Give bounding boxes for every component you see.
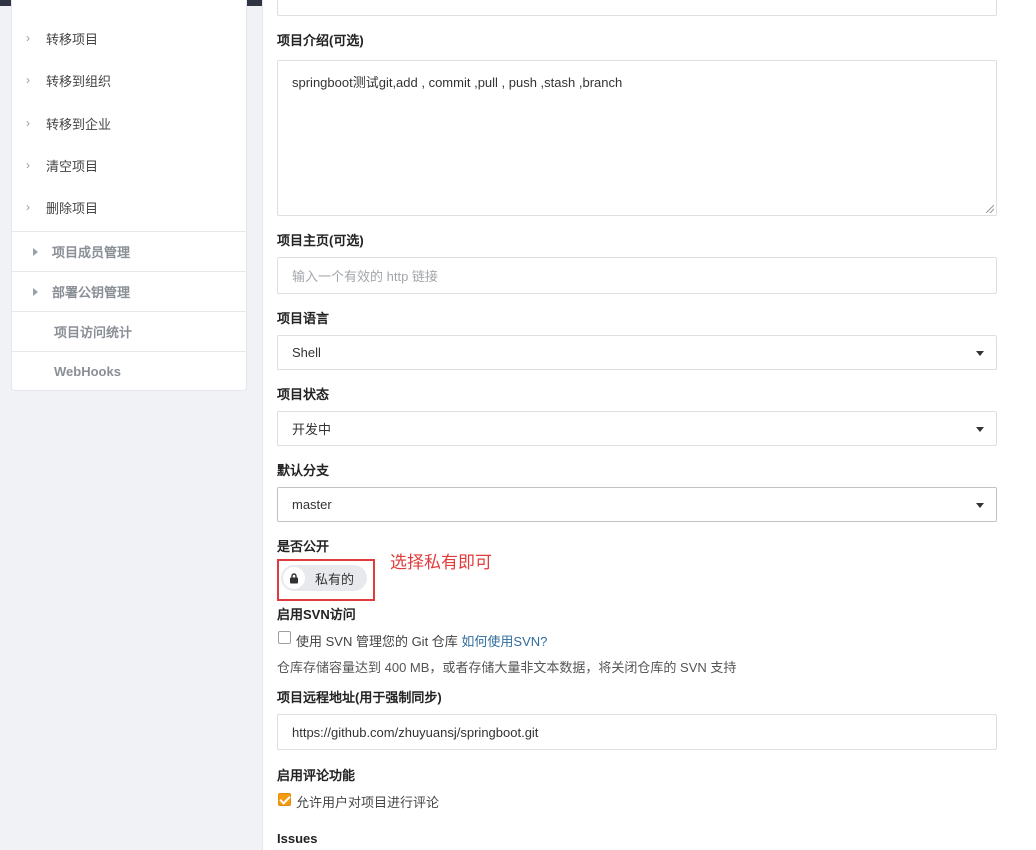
default-branch-select[interactable]: master	[277, 487, 997, 522]
description-label: 项目介绍(可选)	[277, 33, 364, 48]
default-branch-label: 默认分支	[277, 463, 330, 478]
sidebar-item-label: 转移到组织	[46, 73, 112, 89]
sidebar-item-label: 转移项目	[46, 31, 99, 47]
svn-help-link[interactable]: 如何使用SVN?	[461, 634, 547, 649]
status-label: 项目状态	[277, 387, 330, 402]
chevron-right-icon: ›	[26, 31, 30, 45]
sidebar-section-label: 部署公钥管理	[52, 285, 131, 300]
language-selected: Shell	[292, 345, 321, 360]
sidebar-item-label: 清空项目	[46, 158, 99, 174]
caret-down-icon	[976, 426, 984, 432]
sidebar-section-label: WebHooks	[54, 364, 121, 379]
description-textarea[interactable]: springboot测试git,add , commit ,pull , pus…	[277, 60, 997, 216]
sidebar-item-transfer-to-enterprise[interactable]: › 转移到企业	[26, 113, 111, 133]
language-select[interactable]: Shell	[277, 335, 997, 370]
sidebar-item-delete-project[interactable]: › 删除项目	[26, 197, 98, 217]
svn-note: 仓库存储容量达到 400 MB，或者存储大量非文本数据，将关闭仓库的 SVN 支…	[277, 660, 737, 675]
comments-checkbox[interactable]	[278, 793, 291, 806]
svn-checkbox-text: 使用 SVN 管理您的 Git 仓库	[296, 634, 458, 649]
sidebar-item-clear-project[interactable]: › 清空项目	[26, 155, 98, 175]
homepage-placeholder: 输入一个有效的 http 链接	[292, 269, 438, 284]
homepage-input[interactable]: 输入一个有效的 http 链接	[277, 257, 997, 294]
sidebar-section-label: 项目访问统计	[54, 325, 133, 340]
sidebar-section-deploy-keys[interactable]: 部署公钥管理	[12, 271, 246, 311]
sidebar-section-webhooks[interactable]: WebHooks	[12, 351, 246, 391]
visibility-label: 是否公开	[277, 539, 330, 554]
settings-sidebar: › 转移项目 › 转移到组织 › 转移到企业 › 清空项目 › 删除项目 项目成…	[11, 0, 247, 391]
remote-url-label: 项目远程地址(用于强制同步)	[277, 690, 442, 705]
annotation-highlight-box	[277, 559, 375, 601]
project-name-input[interactable]	[277, 0, 997, 16]
svn-checkbox[interactable]	[278, 631, 291, 644]
description-text: springboot测试git,add , commit ,pull , pus…	[292, 75, 623, 90]
remote-url-input[interactable]: https://github.com/zhuyuansj/springboot.…	[277, 714, 997, 750]
sidebar-section-access-stats[interactable]: 项目访问统计	[12, 311, 246, 351]
issues-label: Issues	[277, 831, 318, 846]
comments-checkbox-text: 允许用户对项目进行评论	[296, 795, 440, 810]
sidebar-section-label: 项目成员管理	[52, 245, 131, 260]
status-select[interactable]: 开发中	[277, 411, 997, 446]
caret-right-icon	[33, 247, 38, 256]
chevron-right-icon: ›	[26, 73, 30, 87]
status-selected: 开发中	[292, 422, 332, 437]
sidebar-item-label: 删除项目	[46, 200, 99, 216]
settings-form-panel: 项目介绍(可选) springboot测试git,add , commit ,p…	[262, 0, 1036, 850]
sidebar-section-members[interactable]: 项目成员管理	[12, 231, 246, 271]
svn-checkbox-text-row: 使用 SVN 管理您的 Git 仓库 如何使用SVN?	[296, 631, 547, 650]
language-label: 项目语言	[277, 311, 330, 326]
sidebar-item-transfer-project[interactable]: › 转移项目	[26, 28, 98, 48]
chevron-right-icon: ›	[26, 158, 30, 172]
caret-down-icon	[976, 350, 984, 356]
default-branch-selected: master	[292, 497, 332, 512]
chevron-right-icon: ›	[26, 200, 30, 214]
caret-right-icon	[33, 287, 38, 296]
svn-label: 启用SVN访问	[277, 607, 356, 622]
sidebar-item-label: 转移到企业	[46, 116, 112, 132]
chevron-right-icon: ›	[26, 116, 30, 130]
caret-down-icon	[976, 502, 984, 508]
annotation-text: 选择私有即可	[390, 553, 492, 573]
remote-url-value: https://github.com/zhuyuansj/springboot.…	[292, 724, 539, 740]
sidebar-item-transfer-to-org[interactable]: › 转移到组织	[26, 70, 111, 90]
resize-handle-icon[interactable]	[986, 205, 994, 213]
homepage-label: 项目主页(可选)	[277, 233, 364, 248]
comments-label: 启用评论功能	[277, 768, 356, 783]
